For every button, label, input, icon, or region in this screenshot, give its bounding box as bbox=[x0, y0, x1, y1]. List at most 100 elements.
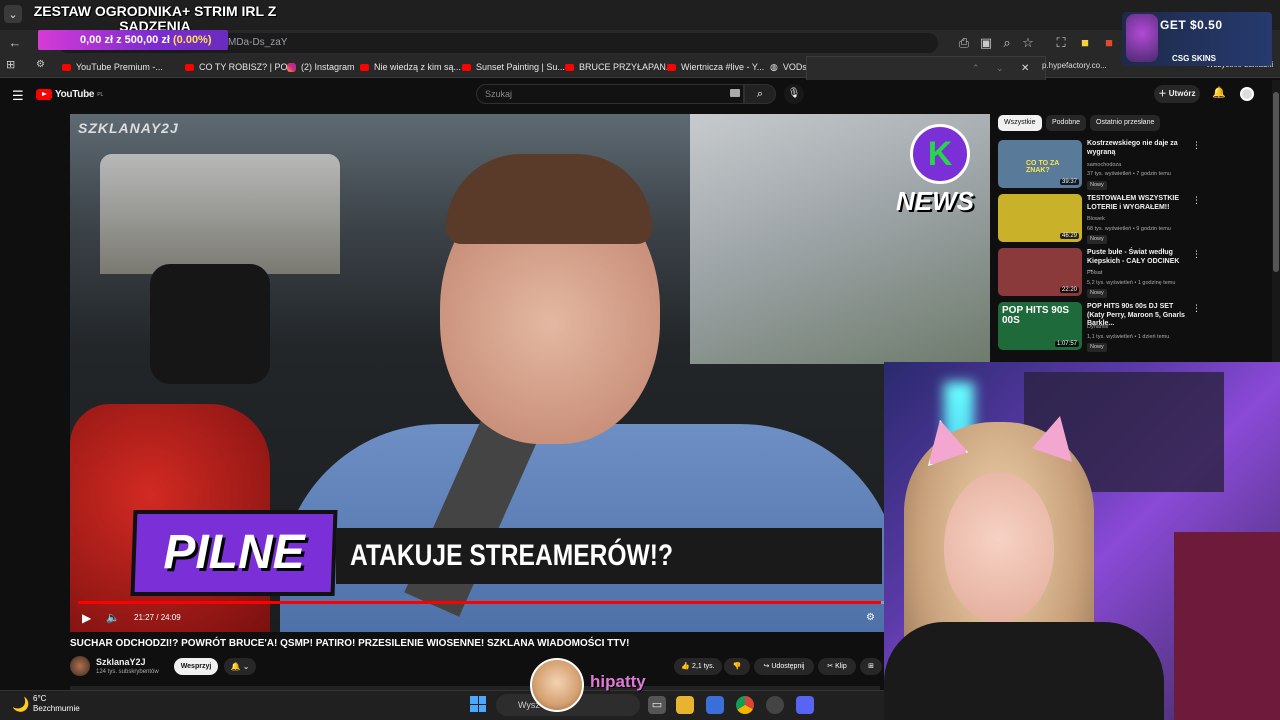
goal-percent: (0.00%) bbox=[172, 34, 212, 46]
rec-meta: 5,2 tys. wyświetleń • 1 godzinę temu bbox=[1087, 280, 1176, 286]
bookmark-5[interactable]: BRUCE PRZYŁAPAN... bbox=[565, 60, 673, 74]
rec-meta: 68 tys. wyświetleń • 9 godzin temu bbox=[1087, 226, 1171, 232]
chip-all[interactable]: Wszystkie bbox=[998, 115, 1042, 131]
bell-icon: 🔔 bbox=[230, 662, 241, 671]
rec-new-badge: Nowy bbox=[1087, 289, 1107, 298]
streamer-avatar bbox=[530, 658, 584, 712]
store-icon[interactable] bbox=[706, 696, 724, 714]
account-avatar[interactable] bbox=[1240, 87, 1254, 101]
thumbs-down-icon: 👎 bbox=[732, 663, 742, 670]
news-logo-text: NEWS bbox=[896, 186, 974, 216]
car-headrest bbox=[150, 264, 270, 384]
ad-character-image bbox=[1126, 14, 1158, 62]
play-icon[interactable]: ▶ bbox=[82, 611, 91, 625]
obs-icon[interactable] bbox=[766, 696, 784, 714]
rec-title[interactable]: Kostrzewskiego nie daje za wygraną bbox=[1087, 140, 1187, 157]
person-hair bbox=[446, 154, 652, 244]
weather-desc: Bezchmurnie bbox=[33, 704, 80, 713]
back-arrow-icon[interactable]: ← bbox=[6, 34, 24, 52]
rec-channel[interactable]: samochodoza bbox=[1087, 161, 1197, 169]
video-title: SUCHAR ODCHODZI!? POWRÓT BRUCE'A! QSMP! … bbox=[70, 638, 630, 649]
subscription-bell-button[interactable]: 🔔 ⌄ bbox=[224, 658, 256, 675]
more-options-icon[interactable]: ⋮ bbox=[1192, 140, 1201, 151]
notifications-bell-icon[interactable]: 🔔 bbox=[1212, 86, 1226, 99]
youtube-icon bbox=[462, 63, 471, 71]
rec-thumbnail[interactable]: POP HITS 90S 00S 1:07:57 bbox=[998, 302, 1082, 350]
search-input[interactable]: Szukaj bbox=[476, 84, 744, 104]
save-button[interactable]: ⊞ bbox=[860, 658, 882, 675]
scrollbar-thumb[interactable] bbox=[1273, 92, 1279, 272]
bookmark-7[interactable]: ◍ VODs bbox=[770, 60, 807, 74]
thumbs-up-icon: 👍 bbox=[681, 663, 691, 670]
extension-red-icon[interactable]: ■ bbox=[1100, 34, 1118, 52]
bookmark-1[interactable]: CO TY ROBISZ? | PO... bbox=[185, 60, 295, 74]
rec-channel[interactable]: Polsat bbox=[1087, 269, 1197, 277]
channel-name[interactable]: SzklanaY2J bbox=[96, 657, 146, 667]
more-options-icon[interactable]: ⋮ bbox=[1192, 303, 1201, 314]
rec-title[interactable]: TESTOWAŁEM WSZYSTKIE LOTERIE i WYGRAŁEM!… bbox=[1087, 195, 1187, 212]
channel-avatar[interactable] bbox=[70, 656, 90, 676]
bookmark-hypefactory[interactable]: p.hypefactory.co... bbox=[1042, 61, 1107, 70]
find-up-icon[interactable]: ⌃ bbox=[972, 63, 980, 74]
bookmark-0[interactable]: YouTube Premium -... bbox=[62, 60, 163, 74]
youtube-logo[interactable]: YouTube PL bbox=[36, 89, 103, 100]
find-down-icon[interactable]: ⌄ bbox=[996, 63, 1004, 74]
more-options-icon[interactable]: ⋮ bbox=[1192, 249, 1201, 260]
ad-brand: CSG SKINS bbox=[1172, 54, 1217, 63]
rec-channel[interactable]: Dynamix bbox=[1087, 323, 1197, 331]
create-button[interactable]: ＋ Utwórz bbox=[1154, 85, 1200, 103]
dislike-button[interactable]: 👎 bbox=[724, 658, 750, 675]
bookmark-2[interactable]: (2) Instagram bbox=[287, 60, 355, 74]
extension-yellow-icon[interactable]: ■ bbox=[1076, 34, 1094, 52]
goal-target: 500,00 zł bbox=[124, 34, 170, 46]
cast-icon[interactable]: ⎙ bbox=[955, 34, 973, 52]
clip-button[interactable]: ✂ Klip bbox=[818, 658, 856, 675]
zoom-icon[interactable]: ⌕ bbox=[998, 34, 1016, 52]
windows-start-icon[interactable] bbox=[470, 696, 486, 712]
apps-grid-icon[interactable]: ⊞ bbox=[6, 58, 15, 71]
youtube-icon bbox=[360, 63, 369, 71]
webcam-overlay bbox=[884, 362, 1280, 720]
chip-recent[interactable]: Ostatnio przesłane bbox=[1090, 115, 1161, 131]
settings-icon[interactable]: ⚙ bbox=[866, 612, 875, 623]
goal-separator: z bbox=[116, 34, 122, 46]
weather-temp[interactable]: 6°C bbox=[33, 694, 46, 703]
chevron-down-icon: ⌄ bbox=[242, 662, 250, 671]
discord-icon[interactable] bbox=[796, 696, 814, 714]
background-chair bbox=[1174, 532, 1280, 720]
support-button[interactable]: Wesprzyj bbox=[174, 658, 218, 675]
hamburger-menu-icon[interactable]: ☰ bbox=[12, 88, 24, 104]
more-options-icon[interactable]: ⋮ bbox=[1192, 195, 1201, 206]
rec-thumbnail[interactable]: CO TO ZA ZNAK? 39:37 bbox=[998, 140, 1082, 188]
bookmark-3[interactable]: Nie wiedzą z kim są... bbox=[360, 60, 461, 74]
keyboard-icon[interactable] bbox=[730, 89, 740, 97]
globe-icon: ◍ bbox=[770, 61, 778, 72]
video-headline: ATAKUJE STREAMERÓW!? bbox=[350, 539, 673, 572]
rec-thumbnail[interactable]: 22:20 bbox=[998, 248, 1082, 296]
share-button[interactable]: ↪ Udostępnij bbox=[754, 658, 814, 675]
bookmark-6[interactable]: Wiertnicza #live - Y... bbox=[667, 60, 764, 74]
bookmark-4[interactable]: Sunset Painting | Su... bbox=[462, 60, 565, 74]
like-button[interactable]: 👍 2,1 tys. bbox=[674, 658, 722, 675]
volume-icon[interactable]: 🔈 bbox=[106, 611, 120, 624]
youtube-icon bbox=[667, 63, 676, 71]
youtube-icon bbox=[62, 63, 71, 71]
voice-search-mic-icon[interactable]: 🎙 bbox=[784, 84, 804, 104]
rec-channel[interactable]: Blowek bbox=[1087, 215, 1197, 223]
chrome-icon[interactable] bbox=[736, 696, 754, 714]
search-button[interactable]: ⌕ bbox=[744, 84, 776, 104]
page-info-icon[interactable]: ▣ bbox=[977, 34, 995, 52]
ad-headline: GET $0.50 bbox=[1160, 18, 1223, 32]
find-close-icon[interactable]: ✕ bbox=[1021, 63, 1029, 74]
tab-search-chevron-icon[interactable]: ⌄ bbox=[4, 5, 22, 23]
rec-thumbnail[interactable]: 46:29 bbox=[998, 194, 1082, 242]
file-explorer-icon[interactable] bbox=[676, 696, 694, 714]
extension-icon[interactable]: ⛶ bbox=[1052, 34, 1070, 52]
bookmark-star-icon[interactable]: ☆ bbox=[1019, 34, 1037, 52]
settings-gear-icon[interactable]: ⚙ bbox=[36, 59, 45, 70]
news-k-icon: K bbox=[910, 124, 970, 184]
moon-weather-icon[interactable]: 🌙 bbox=[12, 696, 29, 713]
task-view-icon[interactable]: ▭ bbox=[648, 696, 666, 714]
video-player[interactable]: SZKLANAY2J K NEWS PILNE ATAKUJE STREAMER… bbox=[70, 114, 990, 632]
chip-related[interactable]: Podobne bbox=[1046, 115, 1087, 131]
